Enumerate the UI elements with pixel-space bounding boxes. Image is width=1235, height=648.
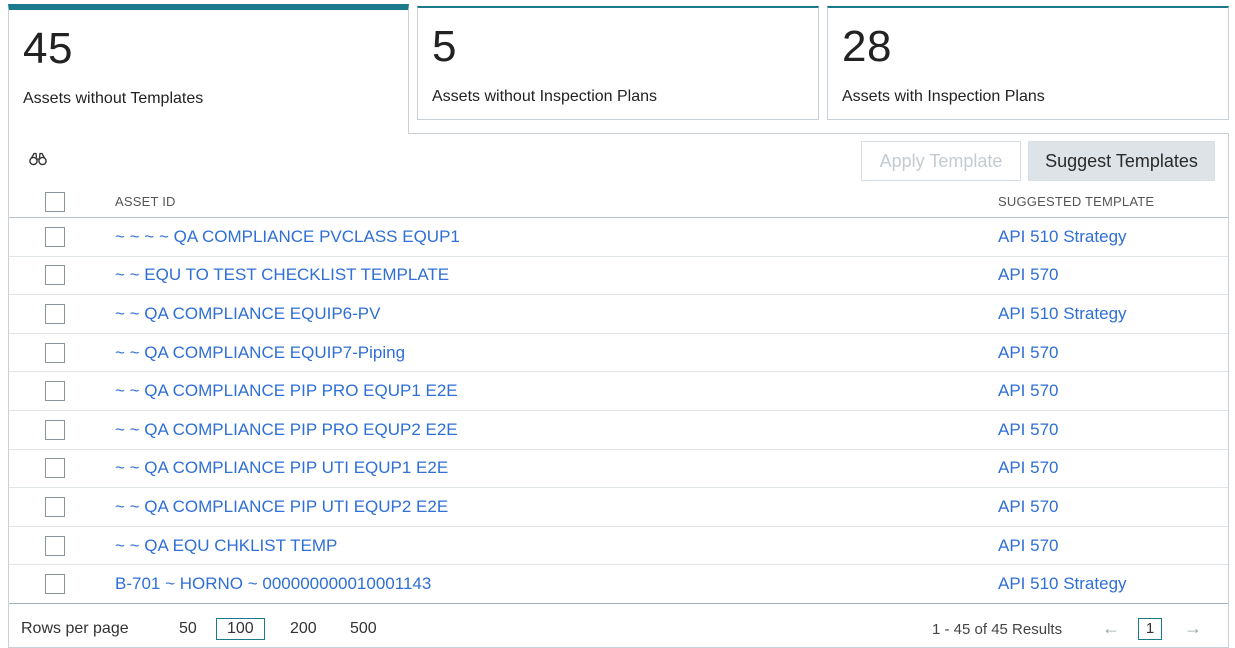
- asset-id-link[interactable]: ~ ~ QA EQU CHKLIST TEMP: [115, 536, 337, 556]
- table-row[interactable]: ~ ~ QA COMPLIANCE EQUIP7-Piping API 570: [9, 334, 1228, 373]
- tab-count: 28: [842, 22, 892, 71]
- asset-id-link[interactable]: ~ ~ QA COMPLIANCE PIP UTI EQUP2 E2E: [115, 497, 448, 517]
- column-header-asset-id[interactable]: ASSET ID: [115, 194, 176, 209]
- tab-assets-without-templates[interactable]: 45 Assets without Templates: [8, 4, 409, 134]
- suggested-template-link[interactable]: API 570: [998, 381, 1059, 401]
- tab-count: 5: [432, 22, 457, 71]
- row-checkbox[interactable]: [45, 303, 65, 324]
- rows-per-page-50[interactable]: 50: [179, 620, 197, 638]
- table-row[interactable]: ~ ~ QA COMPLIANCE PIP PRO EQUP1 E2E API 5…: [9, 372, 1228, 411]
- suggested-template-link[interactable]: API 510 Strategy: [998, 227, 1127, 247]
- results-count: 1 - 45 of 45 Results: [932, 621, 1063, 638]
- suggested-template-link[interactable]: API 510 Strategy: [998, 304, 1127, 324]
- column-header-suggested-template[interactable]: SUGGESTED TEMPLATE: [998, 194, 1154, 209]
- asset-id-link[interactable]: ~ ~ QA COMPLIANCE PIP PRO EQUP2 E2E: [115, 420, 458, 440]
- row-checkbox[interactable]: [45, 458, 65, 479]
- rows-per-page-label: Rows per page: [21, 620, 129, 637]
- tab-label: Assets with Inspection Plans: [842, 88, 1045, 105]
- tab-count: 45: [23, 24, 73, 73]
- table-row[interactable]: ~ ~ QA COMPLIANCE PIP UTI EQUP1 E2E API 5…: [9, 450, 1228, 489]
- assets-panel: Apply Template Suggest Templates ASSET I…: [8, 133, 1229, 648]
- asset-id-link[interactable]: ~ ~ QA COMPLIANCE EQUIP7-Piping: [115, 343, 405, 363]
- asset-id-link[interactable]: ~ ~ QA COMPLIANCE PIP UTI EQUP1 E2E: [115, 458, 448, 478]
- table-header: ASSET ID SUGGESTED TEMPLATE: [9, 186, 1228, 218]
- suggested-template-link[interactable]: API 570: [998, 265, 1059, 285]
- rows-per-page-100[interactable]: 100: [216, 618, 265, 640]
- tab-label: Assets without Inspection Plans: [432, 88, 658, 105]
- arrow-left-icon[interactable]: ←: [1102, 618, 1120, 639]
- row-checkbox[interactable]: [45, 535, 65, 556]
- asset-id-link[interactable]: ~ ~ QA COMPLIANCE EQUIP6-PV: [115, 304, 380, 324]
- binoculars-icon[interactable]: [29, 152, 47, 166]
- toolbar: Apply Template Suggest Templates: [9, 134, 1228, 186]
- arrow-right-icon[interactable]: →: [1184, 618, 1202, 639]
- table-row[interactable]: B-701 ~ HORNO ~ 000000000010001143 API 51…: [9, 565, 1228, 604]
- table-row[interactable]: ~ ~ QA COMPLIANCE PIP PRO EQUP2 E2E API 5…: [9, 411, 1228, 450]
- tab-label: Assets without Templates: [23, 90, 204, 107]
- asset-id-link[interactable]: B-701 ~ HORNO ~ 000000000010001143: [115, 574, 431, 594]
- summary-tabs: 45 Assets without Templates 5 Assets wit…: [0, 0, 1235, 135]
- asset-id-link[interactable]: ~ ~ ~ ~ QA COMPLIANCE PVCLASS EQUP1: [115, 227, 460, 247]
- select-all-checkbox[interactable]: [45, 191, 65, 212]
- table-row[interactable]: ~ ~ QA EQU CHKLIST TEMP API 570: [9, 527, 1228, 566]
- current-page[interactable]: 1: [1138, 618, 1162, 640]
- row-checkbox[interactable]: [45, 381, 65, 402]
- apply-template-button[interactable]: Apply Template: [861, 141, 1021, 181]
- rows-per-page-500[interactable]: 500: [350, 620, 377, 638]
- table-row[interactable]: ~ ~ ~ ~ QA COMPLIANCE PVCLASS EQUP1 API 5…: [9, 218, 1228, 257]
- asset-id-link[interactable]: ~ ~ QA COMPLIANCE PIP PRO EQUP1 E2E: [115, 381, 458, 401]
- row-checkbox[interactable]: [45, 496, 65, 517]
- suggested-template-link[interactable]: API 570: [998, 458, 1059, 478]
- suggested-template-link[interactable]: API 570: [998, 536, 1059, 556]
- suggested-template-link[interactable]: API 510 Strategy: [998, 574, 1127, 594]
- suggested-template-link[interactable]: API 570: [998, 497, 1059, 517]
- suggested-template-link[interactable]: API 570: [998, 420, 1059, 440]
- row-checkbox[interactable]: [45, 574, 65, 595]
- tab-assets-with-inspection-plans[interactable]: 28 Assets with Inspection Plans: [827, 6, 1229, 120]
- suggest-templates-button[interactable]: Suggest Templates: [1028, 141, 1215, 181]
- table-row[interactable]: ~ ~ QA COMPLIANCE PIP UTI EQUP2 E2E API 5…: [9, 488, 1228, 527]
- suggested-template-link[interactable]: API 570: [998, 343, 1059, 363]
- row-checkbox[interactable]: [45, 226, 65, 247]
- tab-assets-without-inspection-plans[interactable]: 5 Assets without Inspection Plans: [417, 6, 819, 120]
- row-checkbox[interactable]: [45, 342, 65, 363]
- pagination-footer: Rows per page 50 100 200 500 1 - 45 of 4…: [9, 607, 1228, 647]
- table-row[interactable]: ~ ~ EQU TO TEST CHECKLIST TEMPLATE API 57…: [9, 257, 1228, 296]
- asset-id-link[interactable]: ~ ~ EQU TO TEST CHECKLIST TEMPLATE: [115, 265, 449, 285]
- rows-per-page-200[interactable]: 200: [290, 620, 317, 638]
- row-checkbox[interactable]: [45, 265, 65, 286]
- table-row[interactable]: ~ ~ QA COMPLIANCE EQUIP6-PV API 510 Strat…: [9, 295, 1228, 334]
- asset-table: ASSET ID SUGGESTED TEMPLATE ~ ~ ~ ~ QA C…: [9, 186, 1228, 604]
- row-checkbox[interactable]: [45, 419, 65, 440]
